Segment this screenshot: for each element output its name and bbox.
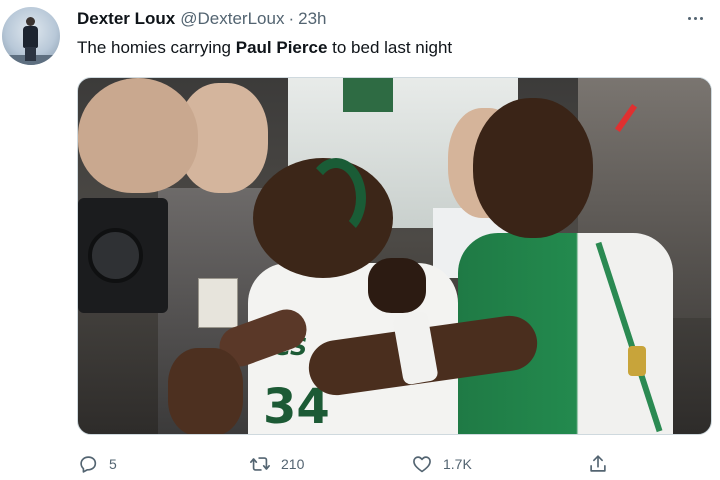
retweet-icon — [250, 457, 270, 471]
share-button[interactable] — [587, 449, 609, 479]
tweet-text-prefix: The homies carrying — [77, 38, 236, 57]
tweet-text-suffix: to bed last night — [327, 38, 453, 57]
avatar-figure-legs — [25, 47, 36, 61]
retweet-count: 210 — [281, 456, 305, 472]
photo-camera-lens — [88, 228, 143, 283]
like-button[interactable]: 1.7K — [411, 449, 472, 479]
share-icon — [590, 455, 606, 472]
reply-button[interactable]: 5 — [77, 449, 117, 479]
author-display-name[interactable]: Dexter Loux — [77, 9, 175, 29]
photo-fist — [368, 258, 426, 313]
author-handle[interactable]: @DexterLoux — [180, 9, 284, 29]
reply-icon — [80, 456, 97, 473]
more-horizontal-icon-dot — [693, 16, 697, 20]
photo-hand-bottom — [168, 348, 243, 434]
retweet-button[interactable]: 210 — [249, 449, 304, 479]
like-count: 1.7K — [443, 456, 472, 472]
tweet-header: Dexter Loux @DexterLoux · 23h — [77, 8, 327, 30]
avatar-figure-body — [23, 26, 38, 48]
photo-player-headband — [306, 158, 366, 238]
avatar-figure-head — [26, 17, 35, 26]
header-separator: · — [288, 9, 295, 28]
tweet-text-bold: Paul Pierce — [235, 38, 328, 57]
photo-man-right-face — [473, 98, 593, 238]
more-horizontal-icon — [687, 16, 691, 20]
tweet-action-bar: 5 210 1.7K — [77, 449, 637, 479]
more-horizontal-icon-dot — [699, 16, 703, 20]
photo-credential-badge — [198, 278, 238, 328]
tweet-timestamp[interactable]: 23h — [298, 9, 326, 29]
heart-icon — [413, 456, 431, 473]
reply-count: 5 — [109, 456, 117, 472]
tweet-text: The homies carrying Paul Pierce to bed l… — [77, 38, 452, 58]
photo-trophy-patch — [628, 346, 646, 376]
avatar[interactable] — [2, 7, 60, 65]
photo-background-green — [343, 78, 393, 112]
tweet-photo[interactable]: TICS 34 — [77, 77, 712, 435]
photo-bald-head — [78, 78, 198, 193]
more-options-button[interactable] — [680, 8, 710, 28]
